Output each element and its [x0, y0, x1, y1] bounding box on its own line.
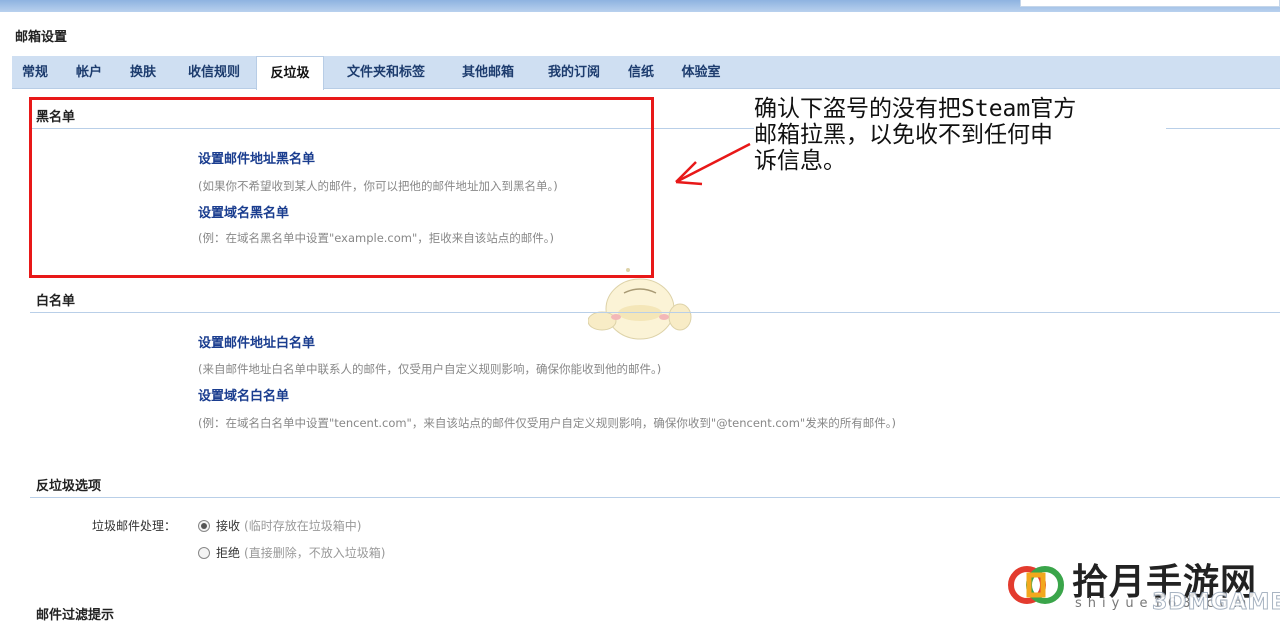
top-bar — [0, 0, 1280, 12]
spam-handling-label: 垃圾邮件处理： — [92, 519, 177, 533]
option-reject-label: 拒绝 — [216, 546, 241, 560]
page-title: 邮箱设置 — [15, 30, 68, 45]
tab-subscriptions[interactable]: 我的订阅 — [534, 56, 614, 88]
duck-mascot-icon — [588, 268, 692, 340]
whitelist-email-link[interactable]: 设置邮件地址白名单 — [198, 332, 315, 351]
annotation-line: 确认下盗号的没有把Steam官方 — [754, 96, 1077, 122]
tab-general[interactable]: 常规 — [12, 56, 58, 88]
radio-accept[interactable] — [198, 519, 210, 532]
whitelist-domain-link[interactable]: 设置域名白名单 — [198, 385, 289, 404]
tab-account[interactable]: 帐户 — [66, 56, 112, 88]
brand-logo-icon — [1008, 566, 1064, 604]
tab-lab[interactable]: 体验室 — [670, 56, 732, 88]
option-reject-hint: (直接删除，不放入垃圾箱) — [244, 546, 386, 560]
top-search-box[interactable] — [1020, 0, 1280, 7]
whitelist-divider — [30, 312, 1280, 313]
tab-antispam[interactable]: 反垃圾 — [256, 56, 324, 90]
tab-skin[interactable]: 换肤 — [120, 56, 166, 88]
tab-folders-labels[interactable]: 文件夹和标签 — [330, 56, 442, 88]
annotation-note: 确认下盗号的没有把Steam官方 邮箱拉黑，以免收不到任何申 诉信息。 — [754, 96, 1166, 246]
watermark-overlay: 3DMGAME — [1151, 590, 1280, 616]
option-accept[interactable]: 接收 (临时存放在垃圾箱中) — [198, 517, 361, 534]
whitelist-email-desc: (来自邮件地址白名单中联系人的邮件，仅受用户自定义规则影响，确保你能收到他的邮件… — [198, 362, 662, 376]
red-arrow-icon — [675, 142, 751, 186]
settings-tab-bar: 常规 帐户 换肤 收信规则 反垃圾 文件夹和标签 其他邮箱 我的订阅 信纸 体验… — [12, 56, 1280, 90]
tab-stationery[interactable]: 信纸 — [618, 56, 664, 88]
tab-receive-rules[interactable]: 收信规则 — [176, 56, 252, 88]
filter-title: 邮件过滤提示 — [36, 608, 115, 623]
option-accept-label: 接收 — [216, 519, 241, 533]
antispam-divider — [30, 497, 1280, 498]
option-reject[interactable]: 拒绝 (直接删除，不放入垃圾箱) — [198, 544, 385, 561]
annotation-line: 诉信息。 — [754, 148, 846, 174]
highlight-box — [29, 97, 654, 278]
whitelist-domain-desc: (例：在域名白名单中设置"tencent.com"，来自该站点的邮件仅受用户自定… — [198, 416, 896, 430]
annotation-line: 邮箱拉黑，以免收不到任何申 — [754, 122, 1053, 148]
radio-reject[interactable] — [198, 546, 210, 559]
tab-other-mailbox[interactable]: 其他邮箱 — [448, 56, 528, 88]
antispam-title: 反垃圾选项 — [36, 479, 102, 494]
option-accept-hint: (临时存放在垃圾箱中) — [244, 519, 362, 533]
whitelist-title: 白名单 — [36, 294, 76, 309]
